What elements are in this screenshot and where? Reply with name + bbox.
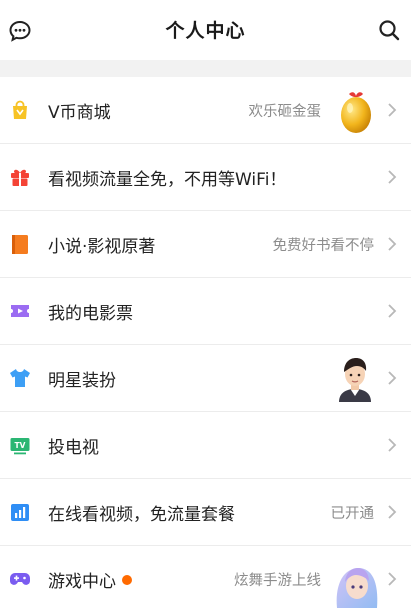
menu-item-subtitle: 免费好书看不停 — [272, 238, 375, 254]
menu-item-subtitle: 炫舞手游上线 — [234, 573, 321, 589]
menu-item-label: 我的电影票 — [48, 304, 133, 324]
menu-item-star-dressup[interactable]: 明星装扮 — [0, 345, 411, 412]
ticket-icon — [11, 305, 29, 317]
chevron-right-icon — [388, 103, 397, 117]
menu-item-subtitle: 欢乐砸金蛋 — [248, 104, 322, 120]
menu-item-free-data[interactable]: 看视频流量全免，不用等WiFi！ — [0, 144, 411, 211]
menu-item-cast-tv[interactable]: TV 投电视 — [0, 412, 411, 479]
chevron-right-icon — [388, 572, 397, 586]
shopping-bag-icon — [13, 100, 27, 119]
menu-item-label: 明星装扮 — [48, 371, 116, 391]
menu-item-label-text: 游戏中心 — [48, 572, 116, 592]
game-character-image — [336, 560, 378, 608]
menu-item-movie-tickets[interactable]: 我的电影票 — [0, 278, 411, 345]
book-icon — [12, 235, 28, 254]
new-badge-dot — [122, 575, 132, 585]
chevron-right-icon — [388, 170, 397, 184]
menu-item-data-plan[interactable]: 在线看视频，免流量套餐 已开通 — [0, 479, 411, 546]
gift-icon — [11, 169, 29, 186]
menu-item-novels[interactable]: 小说·影视原著 免费好书看不停 — [0, 211, 411, 278]
menu-item-subtitle: 已开通 — [330, 506, 375, 522]
top-bar: 个人中心 — [0, 0, 411, 60]
chevron-right-icon — [388, 505, 397, 519]
menu-item-vcoin-mall[interactable]: V币商城 欢乐砸金蛋 — [0, 77, 411, 144]
golden-egg-image — [341, 92, 371, 133]
tshirt-icon — [10, 369, 30, 387]
menu-item-label: 看视频流量全免，不用等WiFi！ — [48, 170, 287, 190]
star-avatar-image — [339, 358, 371, 402]
menu-item-game-center[interactable]: 游戏中心 炫舞手游上线 — [0, 546, 411, 612]
menu-item-label: 小说·影视原著 — [48, 237, 156, 257]
page-title: 个人中心 — [165, 20, 246, 42]
menu-item-label: 投电视 — [48, 438, 99, 458]
menu-item-label: V币商城 — [48, 103, 111, 123]
section-gap — [0, 60, 411, 77]
search-icon[interactable] — [378, 19, 400, 41]
menu-item-label: 游戏中心 — [48, 567, 132, 592]
tv-icon: TV — [10, 438, 30, 455]
gamepad-icon — [10, 573, 30, 585]
menu-list: V币商城 欢乐砸金蛋 看视频流量全免，不用等WiFi！ 小说·影视原著 免费好书… — [0, 77, 411, 612]
chevron-right-icon — [388, 438, 397, 452]
chevron-right-icon — [388, 237, 397, 251]
data-plan-icon — [11, 504, 29, 521]
svg-text:TV: TV — [15, 441, 26, 450]
chevron-right-icon — [388, 371, 397, 385]
chevron-right-icon — [388, 304, 397, 318]
menu-item-label: 在线看视频，免流量套餐 — [48, 505, 235, 525]
